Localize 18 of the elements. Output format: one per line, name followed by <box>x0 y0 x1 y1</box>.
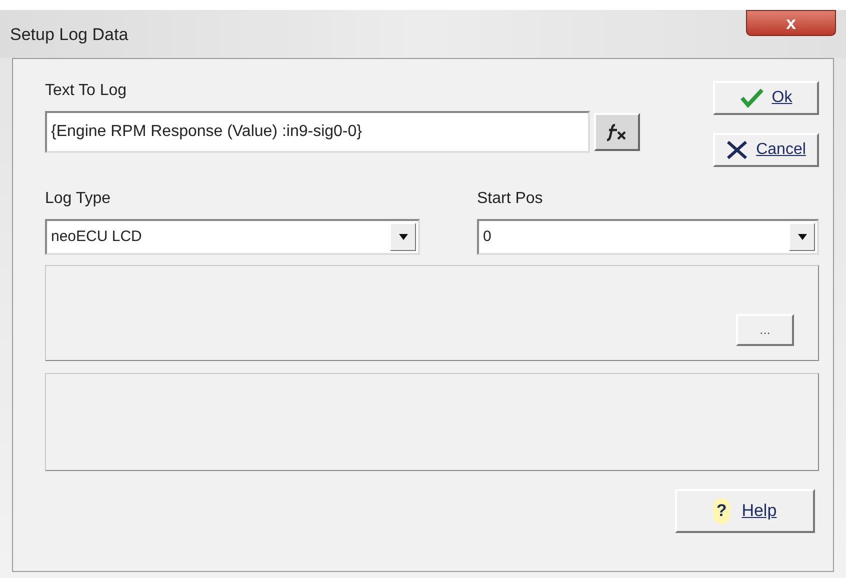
dropdown[interactable]: 0 <box>477 219 819 255</box>
field-label: Log Type <box>45 189 112 209</box>
dropdown-arrow-icon <box>798 234 806 240</box>
checkmark-icon <box>740 88 764 108</box>
ok-button[interactable]: Ok <box>713 81 819 115</box>
text-field[interactable]: {Engine RPM Response (Value) :in9-sig0-0} <box>45 111 590 153</box>
help-button[interactable]: ? Help <box>675 489 815 533</box>
close-button[interactable]: x <box>746 10 836 36</box>
cancel-button[interactable]: Cancel <box>713 133 819 167</box>
cross-icon <box>726 140 748 160</box>
dropdown[interactable]: neoECU LCD <box>45 219 420 255</box>
field-label: Text To Log <box>45 81 128 101</box>
window-title: Setup Log Data <box>10 24 128 46</box>
browse-button[interactable]: ... <box>736 314 794 346</box>
function-icon <box>606 122 628 142</box>
dropdown-arrow-icon <box>398 234 408 240</box>
field-label: Start Pos <box>477 189 544 209</box>
function-button[interactable] <box>594 113 640 151</box>
